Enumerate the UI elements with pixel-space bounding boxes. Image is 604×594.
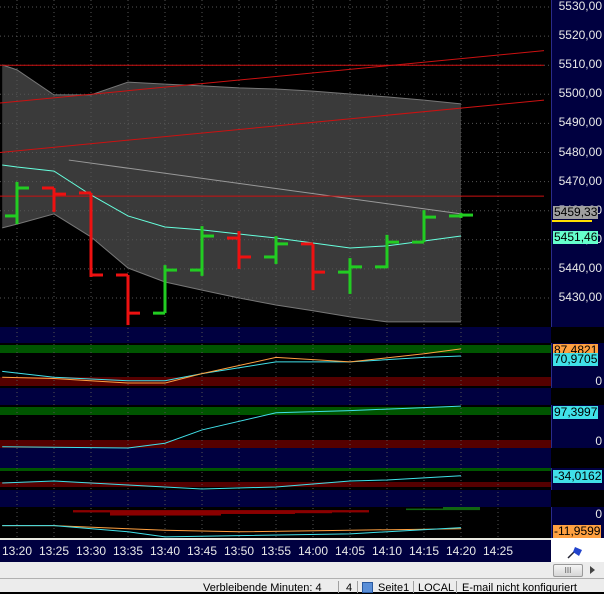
ind1-axis: 87,4821 70,9705 0 xyxy=(551,343,604,388)
histogram-bar xyxy=(184,510,221,516)
ind3-axis: -34,0162 xyxy=(551,468,604,490)
time-tick-label: 13:45 xyxy=(186,544,218,558)
corner-button[interactable] xyxy=(551,538,604,562)
page-checkbox-icon[interactable] xyxy=(362,582,373,593)
histogram-bar xyxy=(147,510,184,516)
status-count: 4 xyxy=(346,582,353,594)
time-tick-label: 13:55 xyxy=(260,544,292,558)
price-axis[interactable]: 5530,00 5520,00 5510,00 5500,00 5490,00 5480,… xyxy=(551,0,604,327)
price-tick-label: 5440,00 xyxy=(558,260,602,275)
price-tick-label: 5480,00 xyxy=(558,144,602,159)
divider xyxy=(456,581,457,593)
ind1-zero: 0 xyxy=(595,374,602,388)
ind4-axis: 0 -11,9599 xyxy=(551,507,604,538)
divider xyxy=(413,581,414,593)
price-tick-label: 5430,00 xyxy=(558,290,602,304)
histogram-bar xyxy=(258,510,295,514)
divider xyxy=(357,581,358,593)
ind2-zero: 0 xyxy=(595,434,602,448)
horizontal-scrollbar[interactable]: III xyxy=(0,562,604,579)
time-tick-label: 14:15 xyxy=(408,544,440,558)
time-tick-label: 13:35 xyxy=(112,544,144,558)
histogram-bar xyxy=(332,510,369,513)
time-tick-label: 13:20 xyxy=(1,544,33,558)
price-tick-label: 5490,00 xyxy=(558,115,602,130)
time-tick-label: 14:25 xyxy=(482,544,514,558)
histogram-bar xyxy=(406,508,443,511)
time-axis[interactable]: 13:20 13:25 13:30 13:35 13:40 13:45 13:50 13:55… xyxy=(0,538,551,564)
histogram-bar xyxy=(295,510,332,514)
scroll-right-arrow-icon[interactable] xyxy=(590,566,595,574)
time-tick-label: 14:00 xyxy=(297,544,329,558)
ind4-zero: 0 xyxy=(595,507,602,521)
pen-flag-icon xyxy=(567,547,582,559)
time-tick-label: 14:10 xyxy=(371,544,403,558)
ind2-axis: 97,3997 0 xyxy=(551,405,604,448)
divider xyxy=(338,581,339,593)
ind3-cyan-value: -34,0162 xyxy=(553,469,603,483)
mid-value-badge: 5451,46 xyxy=(553,230,599,244)
time-tick-label: 13:25 xyxy=(38,544,70,558)
time-tick-label: 14:05 xyxy=(334,544,366,558)
price-tick-label: 5520,00 xyxy=(558,28,602,43)
price-tick-label: 5500,00 xyxy=(558,86,602,101)
chart-area[interactable] xyxy=(0,0,551,538)
status-remaining: Verbleibende Minuten: 4 xyxy=(203,582,322,594)
status-email: E-mail nicht konfiguriert xyxy=(462,582,577,594)
time-tick-label: 13:30 xyxy=(75,544,107,558)
ind4-orange-value: -11,9599 xyxy=(553,524,602,538)
time-tick-label: 14:20 xyxy=(445,544,477,558)
time-tick-label: 13:40 xyxy=(149,544,181,558)
status-mode: LOCAL xyxy=(418,582,455,594)
histogram-bar xyxy=(221,510,258,514)
ind1-cyan-value: 70,9705 xyxy=(553,352,599,366)
status-page: Seite1 xyxy=(378,582,410,594)
scroll-thumb[interactable]: III xyxy=(553,564,583,577)
price-tick-label: 5470,00 xyxy=(558,173,602,188)
status-bar: Verbleibende Minuten: 4 4 Seite1 LOCAL E… xyxy=(0,579,604,594)
time-tick-label: 13:50 xyxy=(223,544,255,558)
histogram-bar xyxy=(110,510,147,516)
histogram-bar xyxy=(73,510,110,513)
histogram-bar xyxy=(443,507,480,511)
last-price-marker xyxy=(552,220,592,222)
last-price-badge: 5459,33 xyxy=(553,205,599,219)
price-tick-label: 5510,00 xyxy=(558,57,602,72)
ind2-cyan-value: 97,3997 xyxy=(553,405,599,419)
price-tick-label: 5530,00 xyxy=(558,0,602,13)
